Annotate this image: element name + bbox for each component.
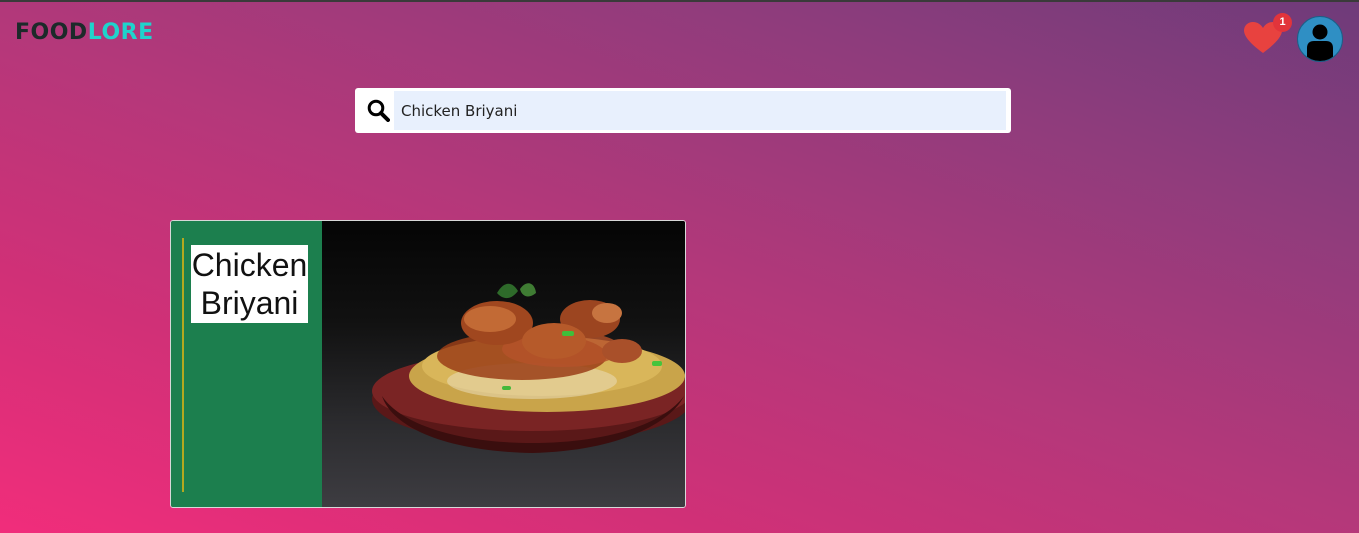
top-border — [0, 0, 1359, 2]
recipe-image — [322, 221, 685, 507]
card-accent-line — [182, 238, 184, 492]
card-side-panel: Chicken Briyani — [171, 221, 322, 507]
recipe-title: Chicken Briyani — [191, 245, 308, 323]
search-input[interactable] — [394, 91, 1006, 130]
search-icon[interactable] — [367, 99, 390, 122]
favorites-button[interactable]: 1 — [1244, 13, 1292, 56]
recipe-card[interactable]: Chicken Briyani — [170, 220, 686, 508]
favorites-count-badge: 1 — [1273, 13, 1292, 32]
biryani-plate-illustration — [372, 283, 685, 453]
profile-avatar-button[interactable] — [1297, 16, 1343, 62]
user-icon — [1307, 24, 1333, 61]
search-bar — [355, 88, 1011, 133]
logo-text-food: FOOD — [15, 20, 88, 45]
app-logo[interactable]: FOODLORE — [15, 19, 154, 47]
logo-text-lore: LORE — [87, 20, 154, 45]
